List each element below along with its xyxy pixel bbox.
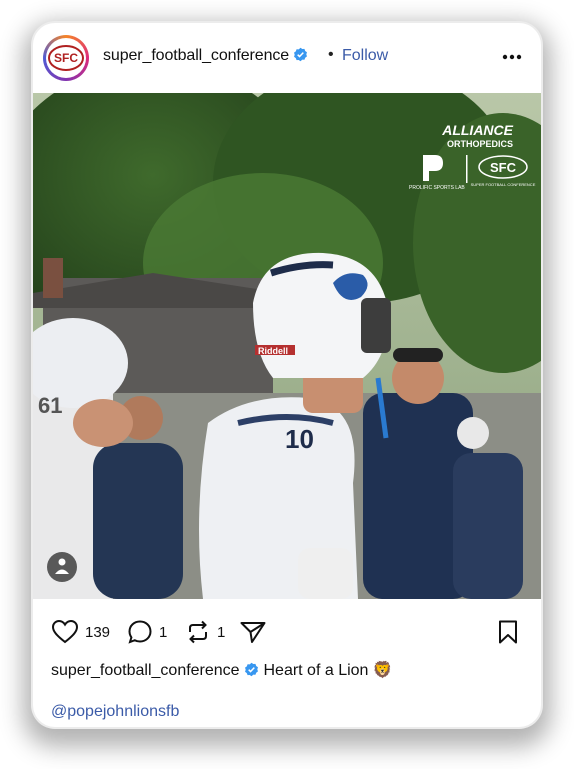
- post-header: SFC super_football_conference • Follow: [33, 23, 541, 93]
- caption-text: Heart of a Lion 🦁: [263, 662, 393, 679]
- separator-dot: •: [328, 46, 334, 63]
- save-action[interactable]: [495, 619, 521, 645]
- avatar[interactable]: SFC: [43, 35, 89, 81]
- mention-link[interactable]: @popejohnlionsfb: [51, 703, 179, 721]
- svg-text:61: 61: [38, 393, 62, 418]
- svg-text:PROLIFIC SPORTS LAB: PROLIFIC SPORTS LAB: [409, 185, 465, 191]
- repost-action[interactable]: 1: [185, 619, 225, 645]
- like-action[interactable]: 139: [51, 619, 110, 645]
- caption-username[interactable]: super_football_conference: [51, 662, 240, 679]
- sfc-logo-icon: SFC: [48, 45, 84, 71]
- bookmark-icon[interactable]: [495, 619, 521, 645]
- share-send-icon[interactable]: [239, 619, 267, 645]
- svg-text:SFC: SFC: [490, 160, 517, 175]
- comment-action[interactable]: 1: [127, 619, 167, 645]
- username-text[interactable]: super_football_conference: [103, 47, 289, 64]
- post-photo: 61 Riddell 10 ALLIANCE ORTHOPEDICS PROLI…: [33, 93, 541, 599]
- like-count: 139: [85, 623, 111, 641]
- post-card: SFC super_football_conference • Follow 6…: [33, 23, 541, 727]
- share-action[interactable]: [239, 619, 267, 645]
- verified-badge-icon: [294, 47, 308, 62]
- svg-text:ORTHOPEDICS: ORTHOPEDICS: [447, 139, 513, 149]
- post-media[interactable]: 61 Riddell 10 ALLIANCE ORTHOPEDICS PROLI…: [33, 93, 541, 599]
- verified-badge-icon: [245, 662, 258, 677]
- post-username[interactable]: super_football_conference: [103, 47, 308, 65]
- svg-text:SUPER FOOTBALL CONFERENCE: SUPER FOOTBALL CONFERENCE: [471, 182, 536, 187]
- avatar-logo: SFC: [46, 38, 86, 78]
- comment-icon[interactable]: [127, 619, 153, 645]
- more-options-icon[interactable]: [497, 45, 527, 69]
- svg-text:ALLIANCE: ALLIANCE: [441, 122, 513, 138]
- heart-icon[interactable]: [51, 619, 79, 645]
- repost-icon[interactable]: [185, 619, 211, 645]
- svg-text:Riddell: Riddell: [258, 346, 288, 356]
- caption: super_football_conference Heart of a Lio…: [51, 660, 393, 680]
- svg-text:10: 10: [285, 424, 314, 454]
- svg-text:SFC: SFC: [54, 51, 78, 65]
- follow-button[interactable]: Follow: [342, 47, 388, 65]
- repost-count: 1: [217, 623, 226, 641]
- comment-count: 1: [159, 623, 168, 641]
- action-bar: 139 1 1: [33, 599, 541, 649]
